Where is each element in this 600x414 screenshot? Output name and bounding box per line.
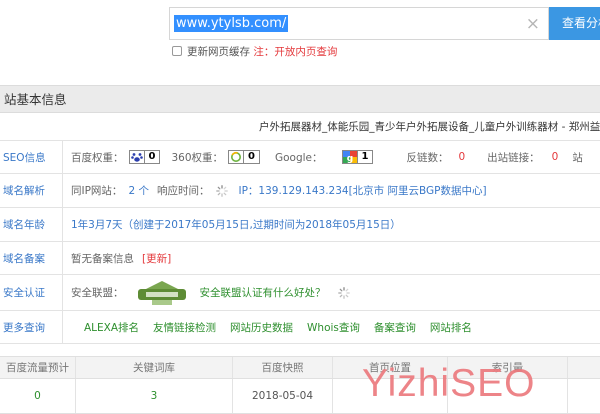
security-row: 安全认证 安全联盟： 安全联盟认证有什么好处？ <box>0 275 600 311</box>
same-ip-value[interactable]: 2 个 <box>128 183 149 198</box>
baidu-traffic-value[interactable]: 0 <box>0 379 76 413</box>
alliance-label: 安全联盟： <box>71 287 124 299</box>
360-logo-icon <box>229 151 244 163</box>
loading-spinner-icon <box>337 286 350 299</box>
security-label: 安全认证 <box>0 275 63 310</box>
seo-label: SEO信息 <box>0 141 63 173</box>
site-rank-link[interactable]: 网站排名 <box>430 320 472 335</box>
google-icon: g <box>342 151 357 163</box>
keyword-count-value[interactable]: 3 <box>76 379 233 413</box>
section-title: 站基本信息 <box>4 92 67 107</box>
seo-tail-text: 站 <box>572 151 583 164</box>
stats-header-cell: 百度流量预计 <box>0 357 76 378</box>
google-rank-value: 1 <box>356 151 373 163</box>
update-cache-checkbox[interactable] <box>172 46 182 56</box>
snapshot-date-value: 2018-05-04 <box>233 379 333 413</box>
baidu-weight-value: 0 <box>143 151 160 163</box>
site-title-row: 户外拓展器材_体能乐园_青少年户外拓展设备_儿童户外训练器材 - 郑州益重 <box>0 113 600 141</box>
security-body: 安全联盟： 安全联盟认证有什么好处？ <box>71 275 360 310</box>
seo-body: 百度权重： 0 360权重： 0 Google： g 1 反链数： 0 出站链接… <box>71 141 583 173</box>
beian-update-link[interactable]: [更新] <box>142 251 171 266</box>
360-weight-label: 360权重： <box>171 151 224 164</box>
whois-query-link[interactable]: Whois查询 <box>307 320 360 335</box>
more-queries-label: 更多查询 <box>0 311 63 343</box>
loading-spinner-icon <box>216 184 229 197</box>
verified-seal-icon[interactable] <box>132 279 192 307</box>
google-rank-badge[interactable]: g 1 <box>341 150 374 164</box>
google-label: Google： <box>274 151 323 164</box>
beian-label: 域名备案 <box>0 242 63 274</box>
search-box[interactable]: www.ytylsb.com/ × <box>169 7 549 40</box>
stats-header-cell: 百度快照 <box>233 357 333 378</box>
beian-body: 暂无备案信息 [更新] <box>71 242 171 274</box>
note-text: 注：开放内页查询 <box>253 46 338 58</box>
360-weight-badge[interactable]: 0 <box>228 150 260 164</box>
response-time-label: 响应时间： <box>156 185 210 197</box>
close-icon[interactable]: × <box>526 14 540 34</box>
more-queries-body: ALEXA排名 友情链接检测 网站历史数据 Whois查询 备案查询 网站排名 <box>84 311 472 343</box>
beian-query-link[interactable]: 备案查询 <box>374 320 416 335</box>
backlinks-value[interactable]: 0 <box>458 151 465 163</box>
cache-label: 更新网页缓存 <box>187 46 250 58</box>
more-queries-row: 更多查询 ALEXA排名 友情链接检测 网站历史数据 Whois查询 备案查询 … <box>0 311 600 344</box>
domain-age-row: 域名年龄 1年3月7天（创建于2017年05月15日,过期时间为2018年05月… <box>0 208 600 242</box>
domain-age-label: 域名年龄 <box>0 208 63 241</box>
ip-address[interactable]: IP：139.129.143.234[北京市 阿里云BGP数据中心] <box>238 183 486 198</box>
search-input[interactable]: www.ytylsb.com/ <box>174 15 289 32</box>
site-history-link[interactable]: 网站历史数据 <box>230 320 293 335</box>
outlinks-label: 出站链接： <box>487 151 540 164</box>
alliance-benefit-link[interactable]: 安全联盟认证有什么好处？ <box>200 285 326 300</box>
dns-row: 域名解析 同IP网站： 2 个 响应时间： IP：139.129.143.234… <box>0 174 600 208</box>
baidu-weight-label: 百度权重： <box>71 151 124 164</box>
watermark-text: YizhiSEO <box>362 362 536 405</box>
backlinks-label: 反链数： <box>406 151 449 164</box>
baidu-weight-badge[interactable]: 0 <box>128 150 161 164</box>
friend-link-check-link[interactable]: 友情链接检测 <box>153 320 216 335</box>
site-title: 户外拓展器材_体能乐园_青少年户外拓展设备_儿童户外训练器材 - 郑州益重 <box>259 121 600 133</box>
outlinks-value[interactable]: 0 <box>552 151 559 163</box>
baidu-paw-icon <box>129 151 144 163</box>
svg-text:g: g <box>346 154 352 163</box>
domain-age-body: 1年3月7天（创建于2017年05月15日,过期时间为2018年05月15日） <box>71 208 401 241</box>
same-ip-label: 同IP网站： <box>71 185 123 197</box>
seo-row: SEO信息 百度权重： 0 360权重： 0 Google： g 1 反链数： … <box>0 141 600 174</box>
section-header: 站基本信息 <box>0 85 600 113</box>
cache-option: 更新网页缓存 注：开放内页查询 <box>172 45 337 59</box>
alexa-rank-link[interactable]: ALEXA排名 <box>84 320 139 335</box>
360-weight-value: 0 <box>243 151 259 163</box>
dns-body: 同IP网站： 2 个 响应时间： IP：139.129.143.234[北京市 … <box>71 174 487 207</box>
query-analysis-button[interactable]: 查看分析 <box>549 7 600 40</box>
dns-label: 域名解析 <box>0 174 63 207</box>
domain-age-text[interactable]: 1年3月7天（创建于2017年05月15日,过期时间为2018年05月15日） <box>71 217 401 232</box>
beian-text: 暂无备案信息 <box>71 252 134 265</box>
beian-row: 域名备案 暂无备案信息 [更新] <box>0 242 600 275</box>
stats-header-cell: 关键词库 <box>76 357 233 378</box>
